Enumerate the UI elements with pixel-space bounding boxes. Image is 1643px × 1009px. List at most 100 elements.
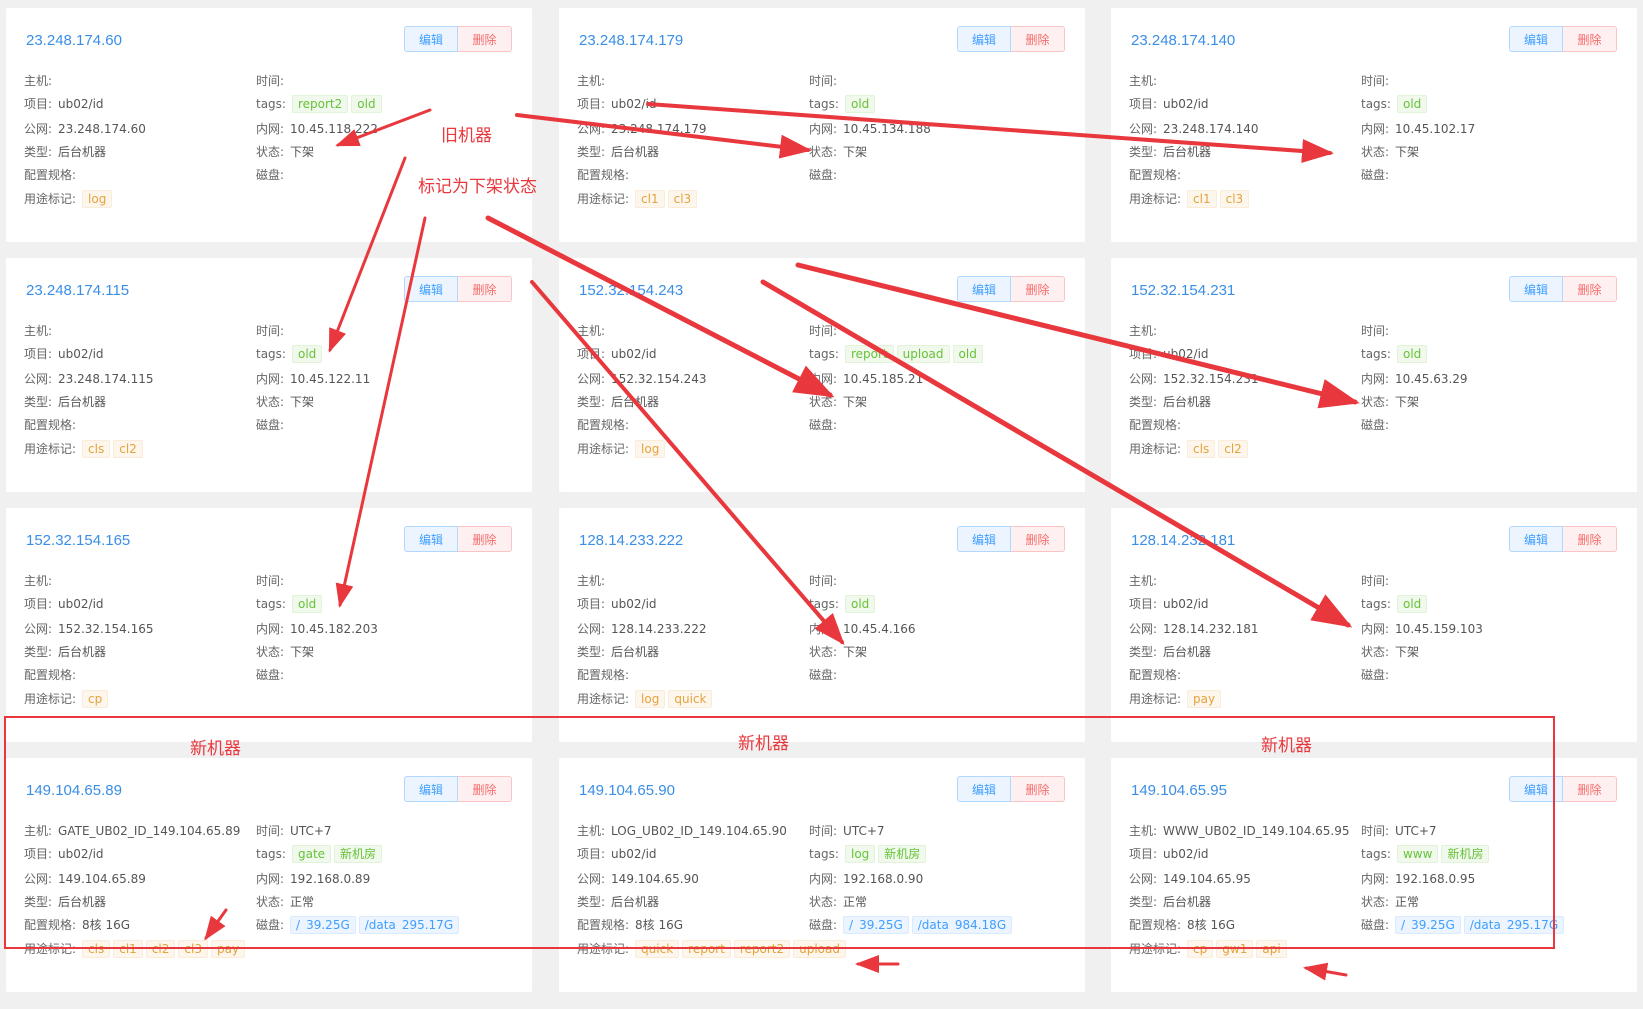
delete-button[interactable]: 删除 <box>458 276 512 302</box>
edit-button[interactable]: 编辑 <box>1509 776 1563 802</box>
spec-field-label: 配置规格: <box>577 918 630 932</box>
delete-button[interactable]: 删除 <box>458 26 512 52</box>
delete-button[interactable]: 删除 <box>1011 776 1065 802</box>
server-ip-title[interactable]: 23.248.174.179 <box>579 32 683 49</box>
disk-badge: /data 295.17G <box>358 916 460 934</box>
disk-field: 磁盘: / 39.25G/data 984.18G <box>809 916 1015 934</box>
edit-button[interactable]: 编辑 <box>404 776 458 802</box>
spec-field: 配置规格: <box>1129 166 1187 184</box>
disk-field: 磁盘: <box>256 416 290 434</box>
server-ip-title[interactable]: 23.248.174.60 <box>26 32 122 49</box>
edit-button[interactable]: 编辑 <box>957 276 1011 302</box>
delete-button[interactable]: 删除 <box>458 776 512 802</box>
time-field-label: 时间: <box>256 74 285 88</box>
disk-size: 984.18G <box>954 918 1007 932</box>
purpose-tag: cl1 <box>113 940 143 958</box>
purpose-field-label: 用途标记: <box>1129 692 1182 706</box>
spec-field: 配置规格: <box>24 166 82 184</box>
card-actions: 编辑 删除 <box>1509 776 1617 802</box>
delete-button[interactable]: 删除 <box>458 526 512 552</box>
time-field: 时间: UTC+7 <box>1361 822 1437 840</box>
edit-button[interactable]: 编辑 <box>957 776 1011 802</box>
status-field-value: 下架 <box>843 145 868 159</box>
server-ip-title[interactable]: 23.248.174.115 <box>26 282 129 299</box>
tags-field-label: tags: <box>809 847 839 861</box>
purpose-field-label: 用途标记: <box>577 942 630 956</box>
private-ip-field: 内网: 10.45.185.21 <box>809 370 923 388</box>
edit-button[interactable]: 编辑 <box>1509 276 1563 302</box>
status-field: 状态: 下架 <box>1361 143 1419 161</box>
purpose-field: 用途标记: cl1 cl3 <box>577 190 700 208</box>
public-ip-field-value: 23.248.174.60 <box>58 122 146 136</box>
disk-badge: / 39.25G <box>290 916 356 934</box>
delete-button[interactable]: 删除 <box>1563 26 1617 52</box>
purpose-tag: cls <box>82 440 111 458</box>
public-ip-field-value: 128.14.233.222 <box>611 622 707 636</box>
edit-button[interactable]: 编辑 <box>404 26 458 52</box>
delete-button[interactable]: 删除 <box>1563 776 1617 802</box>
server-ip-title[interactable]: 149.104.65.95 <box>1131 782 1227 799</box>
edit-button[interactable]: 编辑 <box>957 26 1011 52</box>
disk-size: 295.17G <box>401 918 454 932</box>
private-ip-field-label: 内网: <box>256 872 285 886</box>
host-field: 主机: LOG_UB02_ID_149.104.65.90 <box>577 822 787 840</box>
time-field-label: 时间: <box>256 824 285 838</box>
disk-mount: /data <box>917 918 949 932</box>
edit-button[interactable]: 编辑 <box>404 276 458 302</box>
private-ip-field-label: 内网: <box>809 622 838 636</box>
project-field: 项目: ub02/id <box>577 95 657 113</box>
purpose-field-label: 用途标记: <box>577 192 630 206</box>
purpose-field-label: 用途标记: <box>577 442 630 456</box>
server-ip-title[interactable]: 149.104.65.89 <box>26 782 122 799</box>
purpose-tag: api <box>1256 940 1287 958</box>
card-actions: 编辑 删除 <box>404 526 512 552</box>
server-ip-title[interactable]: 128.14.233.222 <box>579 532 683 549</box>
delete-button[interactable]: 删除 <box>1563 526 1617 552</box>
project-field-value: ub02/id <box>1163 97 1209 111</box>
tags-field-label: tags: <box>256 347 286 361</box>
purpose-tag: log <box>82 190 113 208</box>
edit-button[interactable]: 编辑 <box>1509 526 1563 552</box>
delete-button[interactable]: 删除 <box>1011 276 1065 302</box>
host-field: 主机: <box>24 72 58 90</box>
purpose-tag: cl3 <box>667 190 698 208</box>
server-card: 23.248.174.140 编辑 删除 主机: 项目: ub02/id 公网: 23.248… <box>1111 8 1637 242</box>
delete-button[interactable]: 删除 <box>1011 26 1065 52</box>
server-ip-title[interactable]: 23.248.174.140 <box>1131 32 1235 49</box>
private-ip-field-value: 10.45.185.21 <box>843 372 924 386</box>
server-ip-title[interactable]: 152.32.154.243 <box>579 282 683 299</box>
public-ip-field-label: 公网: <box>24 872 53 886</box>
server-ip-title[interactable]: 149.104.65.90 <box>579 782 675 799</box>
public-ip-field-label: 公网: <box>24 372 53 386</box>
server-ip-title[interactable]: 128.14.232.181 <box>1131 532 1235 549</box>
disk-mount: /data <box>1469 918 1501 932</box>
host-field-value: WWW_UB02_ID_149.104.65.95 <box>1163 824 1350 838</box>
card-actions: 编辑 删除 <box>957 276 1065 302</box>
edit-button[interactable]: 编辑 <box>404 526 458 552</box>
card-actions: 编辑 删除 <box>1509 526 1617 552</box>
time-field: 时间: <box>809 572 843 590</box>
spec-field-label: 配置规格: <box>24 668 77 682</box>
type-field-label: 类型: <box>24 395 53 409</box>
tags-field: tags: old <box>256 345 325 363</box>
server-ip-title[interactable]: 152.32.154.165 <box>26 532 130 549</box>
edit-button[interactable]: 编辑 <box>1509 26 1563 52</box>
delete-button[interactable]: 删除 <box>1563 276 1617 302</box>
type-field-label: 类型: <box>577 645 606 659</box>
server-ip-title[interactable]: 152.32.154.231 <box>1131 282 1235 299</box>
edit-button[interactable]: 编辑 <box>957 526 1011 552</box>
type-field-value: 后台机器 <box>611 145 660 159</box>
purpose-field: 用途标记: cls cl2 <box>24 440 146 458</box>
tags-field-label: tags: <box>809 97 839 111</box>
status-field-label: 状态: <box>256 895 285 909</box>
delete-button[interactable]: 删除 <box>1011 526 1065 552</box>
disk-field-label: 磁盘: <box>809 168 838 182</box>
purpose-tag: cl3 <box>1219 190 1250 208</box>
project-field-label: 项目: <box>24 597 53 611</box>
tag-badge: upload <box>896 345 950 363</box>
private-ip-field: 内网: 10.45.159.103 <box>1361 620 1483 638</box>
tag-badge: old <box>291 595 323 613</box>
public-ip-field-label: 公网: <box>1129 372 1158 386</box>
private-ip-field: 内网: 10.45.4.166 <box>809 620 916 638</box>
project-field-value: ub02/id <box>1163 597 1209 611</box>
